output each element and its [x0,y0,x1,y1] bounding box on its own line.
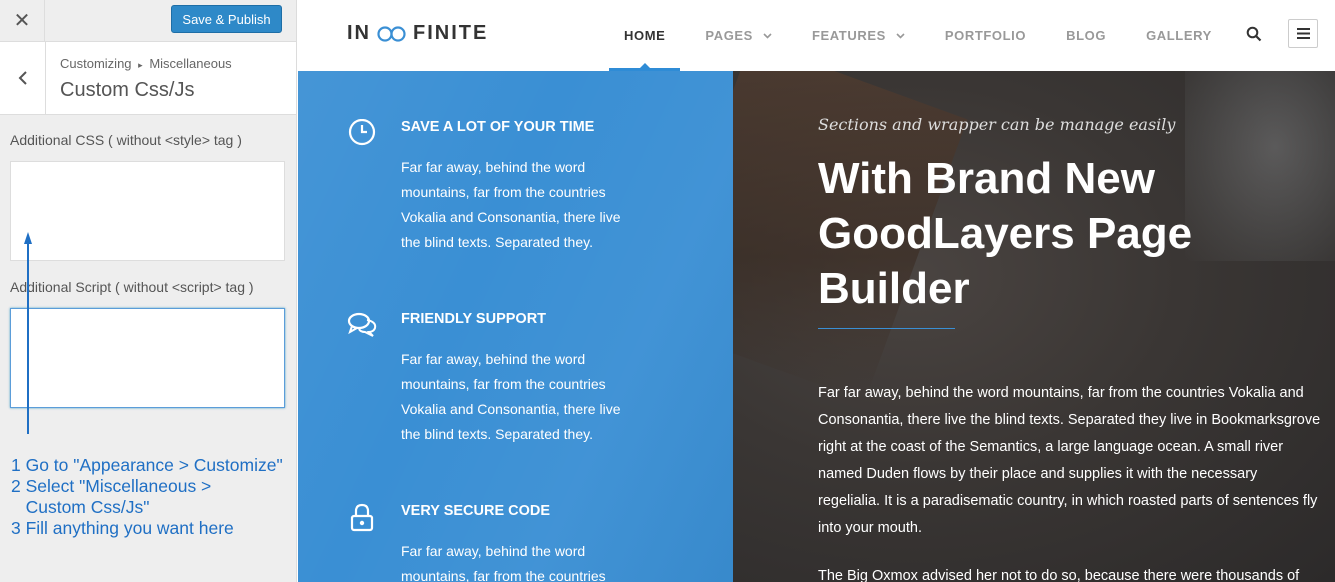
menu-item-blog[interactable]: BLOG [1066,0,1106,71]
logo-text-left: IN [347,22,371,44]
chevron-down-icon [896,32,905,39]
menu-label: PORTFOLIO [944,28,1027,43]
clock-icon [348,119,376,146]
help-step: 2 Select "Miscellaneous > [11,476,212,496]
menu-item-gallery[interactable]: GALLERY [1146,0,1212,71]
menu-label: PAGES [705,28,753,43]
script-textarea[interactable] [10,308,285,408]
chevron-down-icon [763,32,772,39]
customizer-header-bar: ✕ Save & Publish [0,0,296,42]
menu-label: GALLERY [1146,28,1212,43]
menu-item-home[interactable]: HOME [608,0,681,71]
hero-divider [818,328,955,329]
breadcrumb-section: Miscellaneous [149,56,232,71]
infinity-logo-icon [377,25,406,42]
breadcrumb-separator: ▸ [138,60,143,70]
menu-label: BLOG [1066,28,1107,43]
site-preview: IN FINITE HOME PAGES FEATURES PORTFOLIO … [298,0,1335,582]
menu-item-pages[interactable]: PAGES [705,0,772,71]
site-logo[interactable]: IN FINITE [347,22,488,45]
section-title: Custom Css/Js [60,79,195,101]
annotation-arrow-icon [24,232,32,434]
logo-text-right: FINITE [413,22,489,44]
feature-title: SAVE A LOT OF YOUR TIME [401,119,595,135]
mobile-menu-button[interactable] [1288,19,1318,48]
section-header: Customizing ▸ Miscellaneous Custom Css/J… [0,42,296,115]
menu-label: HOME [624,28,666,43]
features-column: SAVE A LOT OF YOUR TIME Far far away, be… [298,71,733,582]
breadcrumb: Customizing ▸ Miscellaneous [60,56,232,71]
hero-body-continued: The Big Oxmox advised her not to do so, … [818,568,1300,582]
chat-bubbles-icon [347,312,377,337]
css-textarea[interactable] [10,161,285,261]
back-button[interactable] [0,42,46,114]
save-publish-button[interactable]: Save & Publish [171,5,282,33]
help-step: 3 Fill anything you want here [11,518,234,538]
close-icon[interactable]: ✕ [0,0,45,41]
hero-section: Sections and wrapper can be manage easil… [733,71,1335,582]
feature-title: FRIENDLY SUPPORT [401,311,547,327]
search-icon[interactable] [1246,26,1262,42]
menu-item-features[interactable]: FEATURES [812,0,905,71]
hero-caption: Sections and wrapper can be manage easil… [818,115,1176,134]
site-header: IN FINITE HOME PAGES FEATURES PORTFOLIO … [298,0,1335,71]
feature-text: Far far away, behind the word mountains,… [401,159,621,250]
chevron-left-icon [18,71,27,85]
breadcrumb-parent: Customizing [60,56,132,71]
help-step: Custom Css/Js" [11,497,150,517]
customizer-sidebar: ✕ Save & Publish Customizing ▸ Miscellan… [0,0,297,582]
feature-text: Far far away, behind the word mountains,… [401,351,621,442]
feature-title: VERY SECURE CODE [401,503,551,519]
menu-label: FEATURES [811,28,886,43]
help-instructions: 1 Go to "Appearance > Customize" 2 Selec… [11,455,283,539]
hero-body: Far far away, behind the word mountains,… [818,385,1321,536]
hero-title: With Brand New GoodLayers Page Builder [818,154,1193,313]
lock-icon [350,503,374,532]
main-menu: HOME PAGES FEATURES PORTFOLIO BLOG GALLE… [608,0,1252,71]
hamburger-icon [1296,28,1310,39]
menu-item-portfolio[interactable]: PORTFOLIO [945,0,1026,71]
feature-text: Far far away, behind the word mountains,… [401,543,606,582]
help-step: 1 Go to "Appearance > Customize" [11,455,283,475]
script-field-label: Additional Script ( without <script> tag… [10,279,254,295]
css-field-label: Additional CSS ( without <style> tag ) [10,132,242,148]
